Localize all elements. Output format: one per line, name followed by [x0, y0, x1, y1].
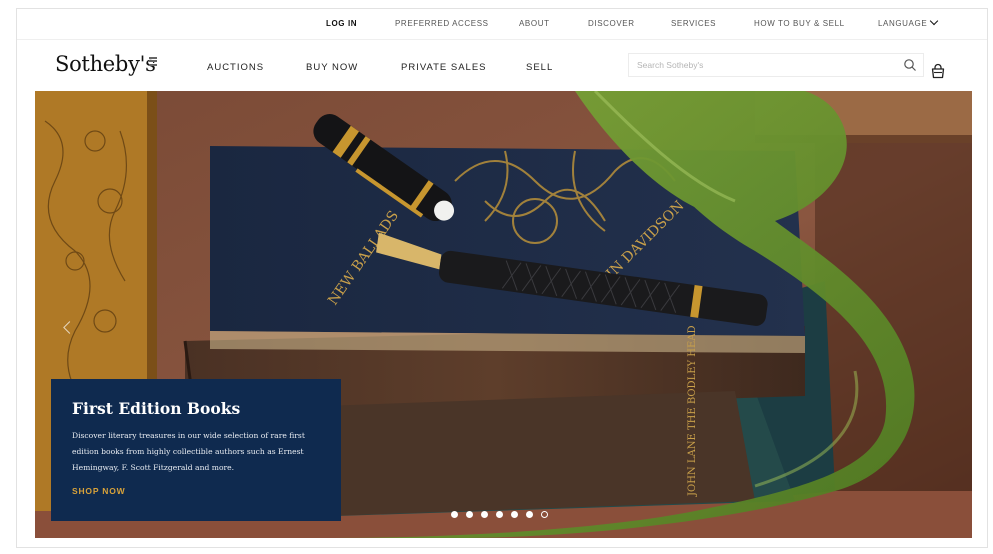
hero-description: Discover literary treasures in our wide …: [72, 431, 305, 472]
hero-title: First Edition Books: [72, 399, 241, 418]
logo-emblem-icon: [149, 57, 157, 69]
carousel-dot-5[interactable]: [511, 511, 518, 518]
spine-publisher: JOHN LANE THE BODLEY HEAD: [687, 325, 698, 497]
carousel-dot-2[interactable]: [466, 511, 473, 518]
nav-auctions[interactable]: AUCTIONS: [207, 62, 264, 73]
main-header: Sotheby's AUCTIONS BUY NOW PRIVATE SALES…: [17, 40, 987, 90]
carousel-dot-6[interactable]: [526, 511, 533, 518]
discover-link[interactable]: DISCOVER: [588, 19, 635, 28]
chevron-down-icon: [930, 16, 939, 26]
nav-sell[interactable]: SELL: [526, 62, 553, 73]
carousel-dot-1[interactable]: [451, 511, 458, 518]
services-link[interactable]: SERVICES: [671, 19, 716, 28]
hero-card: First Edition Books Discover literary tr…: [51, 379, 341, 521]
about-link[interactable]: ABOUT: [519, 19, 550, 28]
how-to-buy-sell-link[interactable]: HOW TO BUY & SELL: [754, 19, 845, 28]
utility-bar: LOG IN PREFERRED ACCESS ABOUT DISCOVER S…: [17, 9, 987, 39]
nav-private-sales[interactable]: PRIVATE SALES: [401, 62, 487, 73]
carousel-dot-3[interactable]: [481, 511, 488, 518]
shopping-bag-icon[interactable]: [931, 63, 945, 79]
search-box: [628, 53, 924, 77]
carousel-dot-7-active[interactable]: [541, 511, 548, 518]
search-input[interactable]: [637, 58, 887, 72]
sothebys-logo[interactable]: Sotheby's: [55, 52, 156, 76]
log-in-link[interactable]: LOG IN: [326, 19, 357, 28]
nav-buy-now[interactable]: BUY NOW: [306, 62, 358, 73]
shop-now-link[interactable]: SHOP NOW: [72, 486, 125, 496]
search-icon[interactable]: [903, 58, 917, 72]
preferred-access-link[interactable]: PREFERRED ACCESS: [395, 19, 489, 28]
carousel-dot-4[interactable]: [496, 511, 503, 518]
language-label: LANGUAGE: [878, 19, 928, 28]
hero-carousel: NEW BALLADS JOHN DAVIDSON JOHN LANE THE …: [35, 91, 972, 538]
language-selector[interactable]: LANGUAGE: [878, 16, 939, 28]
page: LOG IN PREFERRED ACCESS ABOUT DISCOVER S…: [16, 8, 988, 548]
